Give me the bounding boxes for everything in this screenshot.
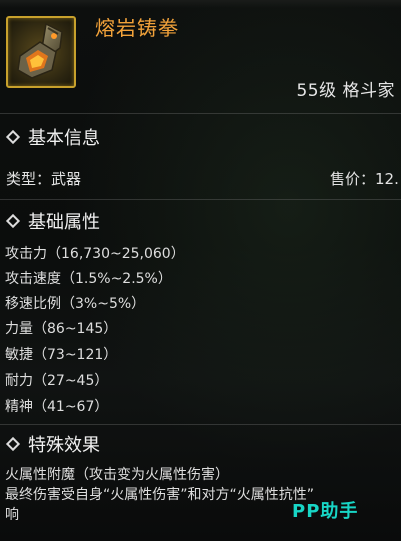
section-title: 基本信息	[28, 128, 100, 149]
divider	[0, 424, 401, 425]
level-class-requirement: 55级 格斗家	[296, 81, 395, 101]
section-title: 基础属性	[28, 212, 100, 233]
top-edge	[0, 0, 401, 8]
item-name: 熔岩铸拳	[95, 16, 179, 40]
effect-line: 火属性附魔（攻击变为火属性伤害）	[5, 467, 229, 483]
diamond-icon	[5, 213, 21, 229]
section-title: 特殊效果	[28, 435, 100, 456]
section-header-special-effects: 特殊效果	[5, 431, 100, 457]
attr-move-speed: 移速比例（3%~5%）	[5, 296, 146, 312]
effect-line: 最终伤害受自身“火属性伤害”和对方“火属性抗性”	[5, 487, 315, 503]
attr-attack: 攻击力（16,730~25,060）	[5, 246, 185, 262]
watermark-logo: PP助手	[292, 501, 359, 522]
item-type: 类型：武器	[6, 170, 82, 188]
divider	[0, 113, 401, 114]
attr-attack-speed: 攻击速度（1.5%~2.5%）	[5, 271, 172, 287]
item-tooltip-panel: 熔岩铸拳 55级 格斗家 基本信息 类型：武器 售价：12. 基础属性 攻击力（…	[0, 0, 401, 541]
item-price: 售价：12.	[330, 170, 399, 188]
attr-stamina: 耐力（27~45）	[5, 373, 109, 389]
section-header-basic-info: 基本信息	[5, 124, 100, 150]
effect-line: 响	[5, 507, 19, 523]
attr-spirit: 精神（41~67）	[5, 399, 109, 415]
diamond-icon	[5, 129, 21, 145]
attr-strength: 力量（86~145）	[5, 321, 118, 337]
diamond-icon	[5, 436, 21, 452]
lava-gauntlet-icon[interactable]	[6, 16, 76, 88]
divider	[0, 199, 401, 200]
attr-agility: 敏捷（73~121）	[5, 347, 118, 363]
section-header-base-attributes: 基础属性	[5, 208, 100, 234]
